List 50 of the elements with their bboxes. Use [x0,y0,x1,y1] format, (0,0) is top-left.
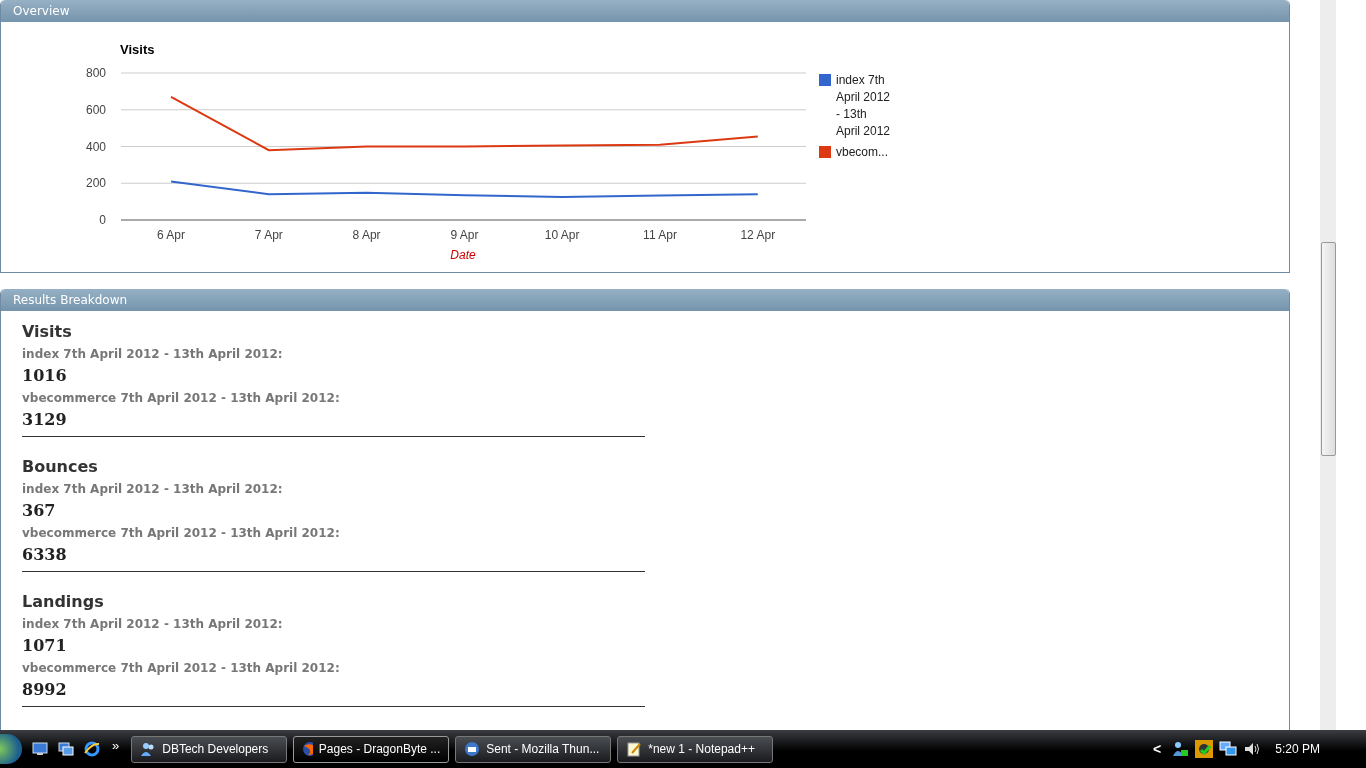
panel-title: Results Breakdown [1,289,1289,311]
y-tick-label: 0 [99,213,106,227]
x-tick-label: 10 Apr [544,228,580,242]
x-tick-label: 11 Apr [643,228,677,242]
tray-arrow[interactable]: < [1153,741,1162,757]
x-tick-label: 9 Apr [450,228,479,242]
chart-title: Visits [120,42,155,57]
notepad-icon [626,741,643,757]
y-tick-label: 200 [85,176,106,191]
panel-title: Overview [1,0,1289,22]
section-title: Visits [22,321,73,343]
desktop-icon[interactable] [32,742,48,756]
entry-label: index 7th April 2012 - 13th April 2012: [22,346,284,363]
entry-value: 1071 [22,635,68,657]
entry-value: 1016 [22,365,68,387]
browser-icon [302,741,313,757]
x-tick-label: 6 Apr [157,228,185,242]
taskbar-button[interactable]: *new 1 - Notepad++ [617,735,774,763]
taskbar-button[interactable]: DBTech Developers [131,735,288,763]
section-title: Bounces [22,456,99,478]
more-button[interactable]: » [112,737,120,753]
mail-icon [464,741,481,757]
x-axis-label: Date [450,248,476,262]
legend-label: vbecom... [836,144,890,161]
entry-value: 367 [22,500,57,522]
taskbar-button[interactable]: Sent - Mozilla Thun... [455,735,612,763]
x-tick-label: 8 Apr [352,228,381,242]
y-tick-label: 400 [85,139,106,154]
messenger-icon[interactable] [1171,740,1190,758]
entry-label: vbecommerce 7th April 2012 - 13th April 2012: [22,390,341,407]
network-icon[interactable] [1219,740,1238,758]
start-icon[interactable] [0,734,22,764]
entry-label: vbecommerce 7th April 2012 - 13th April 2012: [22,525,341,542]
y-tick-label: 800 [85,66,106,80]
scroll-thumb[interactable] [1321,242,1336,456]
y-tick-label: 600 [85,102,106,117]
entry-value: 6338 [22,544,68,566]
windows-icon[interactable] [58,742,74,756]
scrollbar[interactable] [1320,0,1336,730]
x-tick-label: 7 Apr [254,228,283,242]
x-tick-label: 12 Apr [740,228,776,242]
section-title: Landings [22,591,105,613]
clock[interactable]: 5:20 PM [1275,742,1320,756]
entry-label: index 7th April 2012 - 13th April 2012: [22,481,284,498]
entry-value: 3129 [22,409,68,431]
taskbar-button[interactable]: Pages - DragonByte ... [293,735,450,763]
entry-value: 8992 [22,679,68,701]
entry-label: vbecommerce 7th April 2012 - 13th April 2012: [22,660,341,677]
browser-icon[interactable] [84,741,100,757]
entry-label: index 7th April 2012 - 13th April 2012: [22,616,284,633]
